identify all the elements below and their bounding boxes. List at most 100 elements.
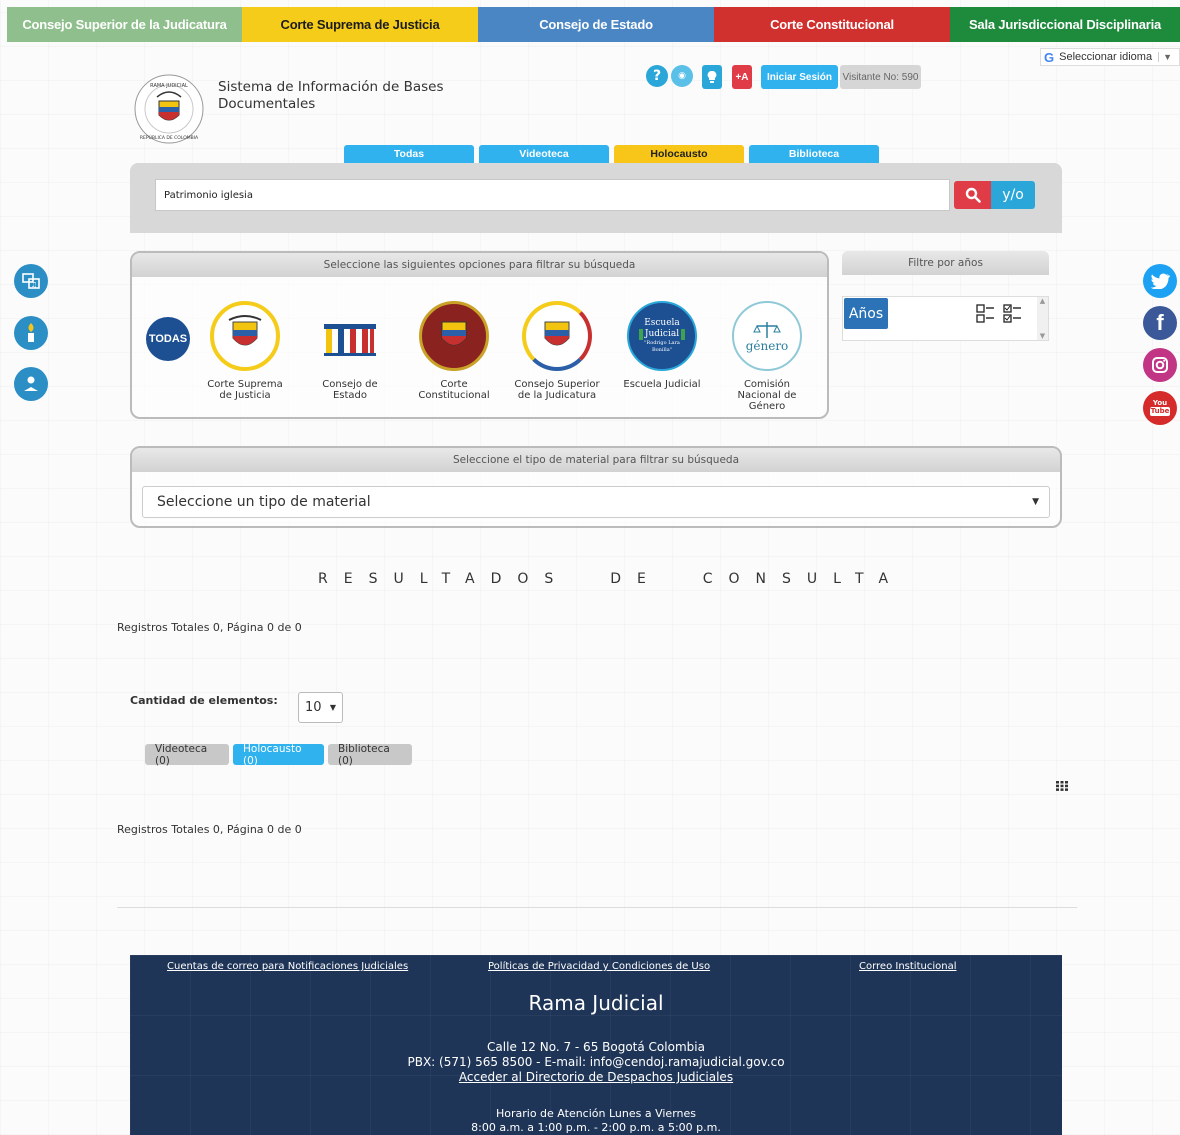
instagram-icon[interactable] (1143, 348, 1177, 382)
nav-consejo-superior[interactable]: Consejo Superior de la Judicatura (7, 7, 242, 42)
entity-comision-genero[interactable]: género Comisión Nacional de Género (722, 301, 812, 412)
scroll-up-icon[interactable]: ▲ (1040, 297, 1045, 305)
footer-directory-link[interactable]: Acceder al Directorio de Despachos Judic… (130, 1070, 1062, 1084)
entity-label: Escuela Judicial (623, 379, 701, 390)
youtube-you: You (1152, 399, 1168, 407)
help-icon[interactable]: ? (646, 65, 668, 87)
svg-text:REPÚBLICA DE COLOMBIA: REPÚBLICA DE COLOMBIA (140, 134, 199, 141)
google-icon: G (1044, 49, 1055, 65)
consejo-estado-logo (315, 301, 385, 371)
translate-label: Seleccionar idioma (1059, 51, 1153, 63)
material-select-value: Seleccione un tipo de material (157, 494, 371, 510)
top-navigation: Consejo Superior de la Judicatura Corte … (7, 7, 1180, 42)
footer: Cuentas de correo para Notificaciones Ju… (130, 955, 1062, 1135)
genero-logo-text: género (745, 339, 789, 353)
footer-hours: 8:00 a.m. a 1:00 p.m. - 2:00 p.m. a 5:00… (471, 1121, 721, 1134)
contrast-icon[interactable] (702, 65, 722, 89)
scroll-down-icon[interactable]: ▼ (1040, 332, 1045, 340)
escuela-judicial-logo: Escuela Judicial "Rodrigo Lara Bonilla" (627, 301, 697, 371)
footer-link-notificaciones[interactable]: Cuentas de correo para Notificaciones Ju… (167, 961, 408, 972)
years-scrollbar[interactable]: ▲ ▼ (1037, 297, 1048, 340)
search-input[interactable] (155, 179, 950, 211)
years-filter-panel: Filtre por años Años ▲ ▼ (842, 251, 1049, 341)
escuela-logo-line4: Bonilla" (652, 347, 672, 353)
corte-constitucional-logo (419, 301, 489, 371)
twitter-icon[interactable] (1143, 264, 1177, 298)
entity-filter-title: Seleccione las siguientes opciones para … (132, 253, 827, 277)
entity-label: Consejo de Estado (322, 379, 378, 401)
corte-suprema-logo (210, 301, 280, 371)
quantity-select[interactable]: 10 ▼ (298, 692, 343, 723)
search-area: y/o (130, 163, 1062, 233)
material-filter-panel: Seleccione el tipo de material para filt… (130, 446, 1062, 528)
todas-button[interactable]: TODAS (146, 317, 190, 361)
tab-todas[interactable]: Todas (344, 145, 474, 163)
years-button[interactable]: Años (844, 298, 888, 329)
nav-sala-disciplinaria[interactable]: Sala Jurisdiccional Disciplinaria (950, 7, 1180, 42)
tab-biblioteca[interactable]: Biblioteca (749, 145, 879, 163)
svg-text:RAMA JUDICIAL: RAMA JUDICIAL (150, 83, 188, 89)
footer-title: Rama Judicial (528, 991, 664, 1015)
entity-consejo-estado[interactable]: Consejo de Estado (305, 301, 395, 401)
search-button[interactable] (954, 181, 991, 209)
escuela-logo-line1: Escuela (644, 318, 680, 328)
nav-corte-suprema[interactable]: Corte Suprema de Justicia (242, 7, 478, 42)
entity-consejo-superior[interactable]: Consejo Superior de la Judicatura (512, 301, 602, 401)
youtube-tube: Tube (1149, 407, 1171, 416)
reader-icon[interactable] (14, 367, 48, 401)
material-filter-title: Seleccione el tipo de material para filt… (132, 448, 1060, 472)
comision-genero-logo: género (732, 301, 802, 371)
facebook-icon[interactable]: f (1143, 306, 1177, 340)
chevron-down-icon: ▼ (329, 703, 336, 712)
svg-text:♫: ♫ (31, 281, 37, 289)
escuela-logo-line2: Judicial (638, 329, 686, 340)
results-totals-top: Registros Totales 0, Página 0 de 0 (117, 621, 302, 634)
footer-address: Calle 12 No. 7 - 65 Bogotá Colombia (487, 1040, 705, 1054)
brand-line-1: Sistema de Información de Bases (218, 79, 444, 95)
entity-label: Consejo Superior de la Judicatura (514, 379, 600, 401)
chevron-down-icon: ▼ (1032, 497, 1039, 507)
escuela-logo-line3: "Rodrigo Lara (644, 340, 680, 346)
torch-icon[interactable] (14, 316, 48, 350)
pill-holocausto[interactable]: Holocausto (0) (233, 743, 324, 767)
brand-title: Sistema de Información de Bases Document… (218, 79, 458, 113)
consejo-superior-logo (522, 301, 592, 371)
chevron-down-icon: ▼ (1158, 52, 1172, 62)
checklist-icon[interactable] (976, 303, 1026, 325)
entity-corte-constitucional[interactable]: Corte Constitucional (409, 301, 499, 401)
multimedia-icon[interactable]: ♫ (14, 264, 48, 298)
font-increase-button[interactable]: +A (732, 65, 752, 89)
grid-view-icon[interactable] (1056, 776, 1068, 791)
entity-corte-suprema[interactable]: Corte Suprema de Justicia (200, 301, 290, 401)
rama-judicial-seal[interactable]: RAMA JUDICIAL REPÚBLICA DE COLOMBIA (133, 73, 205, 145)
footer-contact: PBX: (571) 565 8500 - E-mail: info@cendo… (407, 1055, 785, 1069)
years-filter-title: Filtre por años (842, 251, 1049, 275)
footer-hours-title: Horario de Atención Lunes a Viernes (495, 1107, 697, 1120)
pill-videoteca[interactable]: Videoteca (0) (145, 743, 229, 767)
and-or-button[interactable]: y/o (991, 181, 1035, 209)
results-totals-bottom: Registros Totales 0, Página 0 de 0 (117, 823, 302, 836)
entity-label: Comisión Nacional de Género (737, 379, 797, 412)
brand-line-2: Documentales (218, 96, 316, 112)
nav-corte-constitucional[interactable]: Corte Constitucional (714, 7, 950, 42)
footer-link-privacidad[interactable]: Políticas de Privacidad y Condiciones de… (488, 961, 710, 972)
tab-holocausto[interactable]: Holocausto (614, 145, 744, 163)
pill-biblioteca[interactable]: Biblioteca (0) (328, 743, 412, 767)
results-heading: RESULTADOS DE CONSULTA (318, 571, 905, 587)
tab-videoteca[interactable]: Videoteca (479, 145, 609, 163)
entity-escuela-judicial[interactable]: Escuela Judicial "Rodrigo Lara Bonilla" … (617, 301, 707, 390)
translate-widget[interactable]: G Seleccionar idioma ▼ (1040, 48, 1180, 66)
divider (117, 907, 1077, 908)
youtube-icon[interactable]: You Tube (1143, 391, 1177, 425)
footer-link-correo[interactable]: Correo Institucional (859, 961, 956, 972)
nav-consejo-estado[interactable]: Consejo de Estado (478, 7, 714, 42)
entity-filter-panel: Seleccione las siguientes opciones para … (130, 251, 829, 419)
visitor-counter: Visitante No: 590 (840, 65, 921, 89)
sound-icon[interactable]: ◉ (671, 65, 693, 87)
section-tabs: Todas Videoteca Holocausto Biblioteca (344, 145, 879, 163)
entity-label: Corte Constitucional (418, 379, 490, 401)
quantity-label: Cantidad de elementos: (130, 694, 278, 707)
entity-label: Corte Suprema de Justicia (207, 379, 283, 401)
material-select[interactable]: Seleccione un tipo de material ▼ (142, 486, 1050, 518)
login-button[interactable]: Iniciar Sesión (761, 65, 838, 89)
